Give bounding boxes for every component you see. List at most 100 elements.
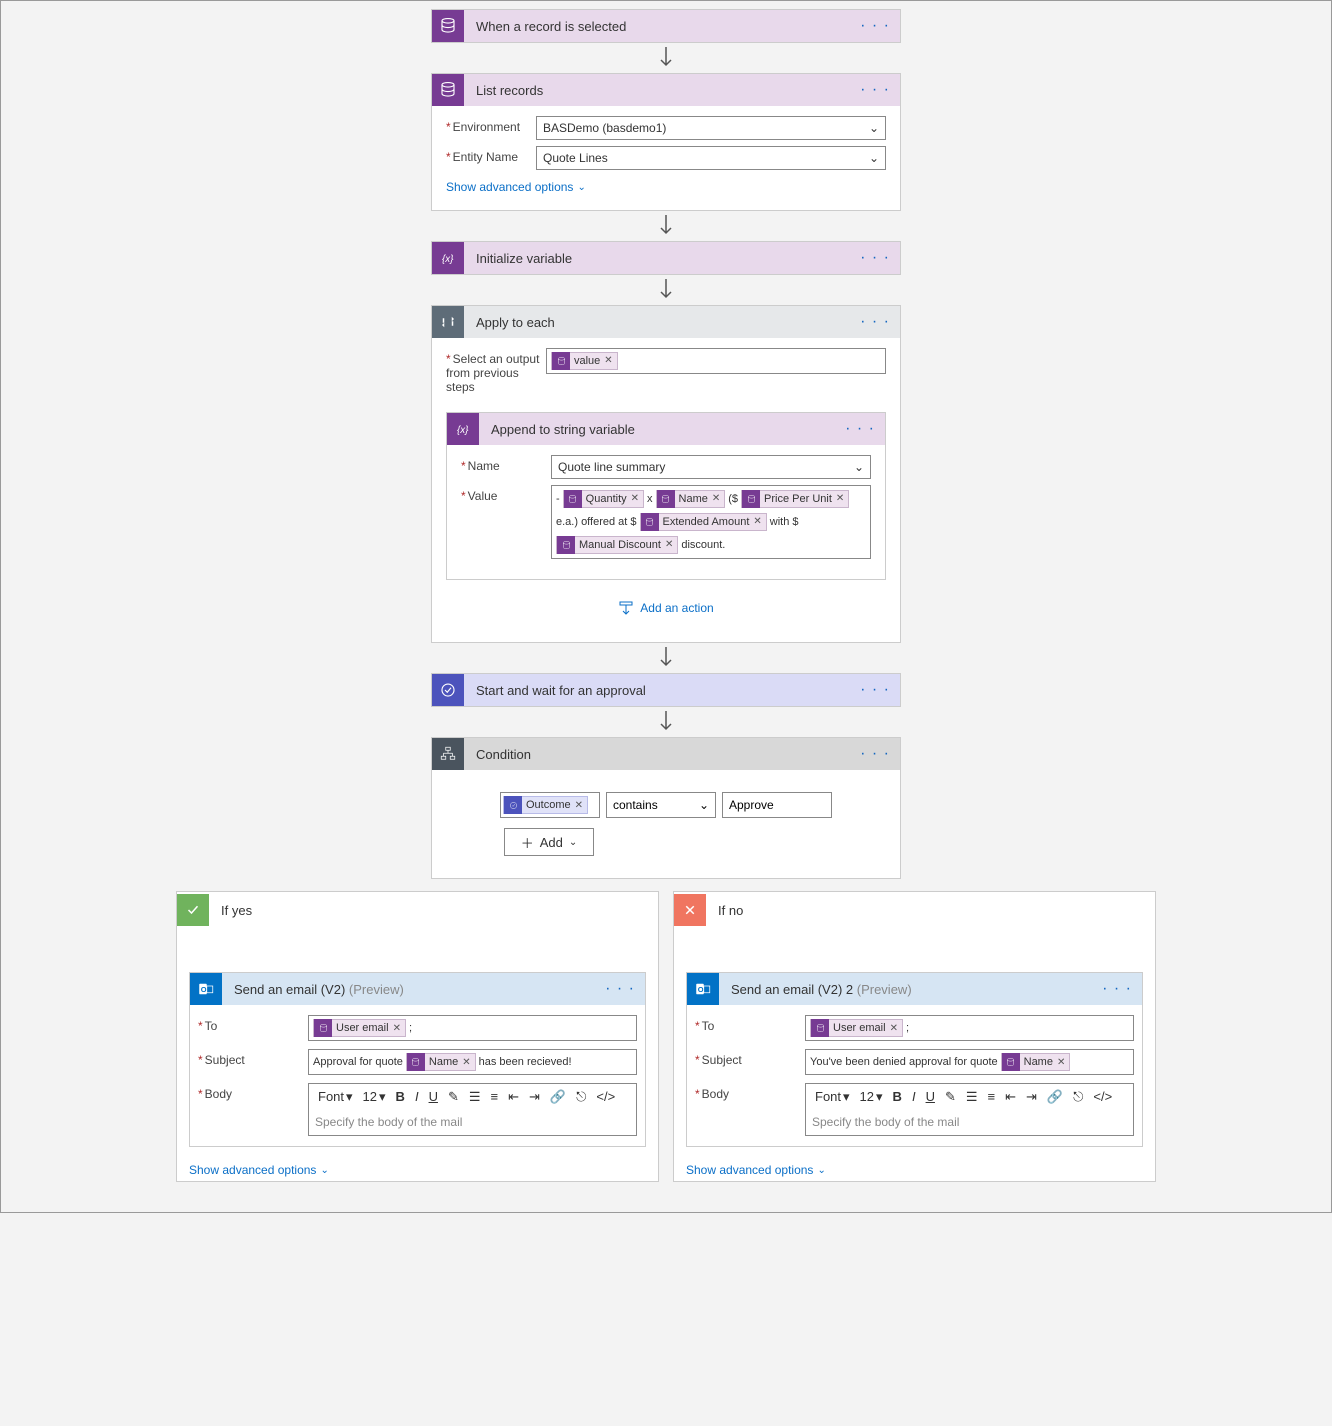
arrow-icon [657,275,675,305]
condition-left[interactable]: Outcome✕ [500,792,600,818]
approval-icon [432,674,464,706]
body-input[interactable]: Specify the body of the mail [308,1109,637,1136]
chevron-down-icon: ⌄ [320,1165,328,1176]
underline-button[interactable]: U [921,1089,940,1104]
outdent-button[interactable]: ⇤ [1000,1089,1021,1105]
add-condition-button[interactable]: ＋Add⌄ [504,828,594,856]
token-remove[interactable]: ✕ [1057,1057,1069,1068]
token-remove[interactable]: ✕ [462,1057,474,1068]
code-button[interactable]: </> [1088,1089,1117,1104]
step-menu[interactable]: · · · [845,420,875,438]
condition-value-input[interactable]: Approve [722,792,832,818]
value-input[interactable]: - Quantity✕ x Name✕ ($ Price Per Unit✕ e… [551,485,871,559]
subject-input[interactable]: You've been denied approval for quote Na… [805,1049,1134,1075]
token-discount[interactable]: Manual Discount✕ [556,536,678,554]
database-icon [742,490,760,508]
show-advanced-link[interactable]: Show advanced options⌄ [674,1155,838,1181]
indent-button[interactable]: ⇥ [1021,1089,1042,1105]
token-remove[interactable]: ✕ [604,351,616,371]
name-select[interactable]: Quote line summary⌄ [551,455,871,479]
step-send-email-yes[interactable]: O Send an email (V2) (Preview) · · · To … [189,972,646,1147]
token-remove[interactable]: ✕ [631,489,643,509]
output-input[interactable]: value✕ [546,348,886,374]
label-environment: Environment [446,116,536,134]
token-remove[interactable]: ✕ [753,512,765,532]
step-condition[interactable]: Condition · · · Outcome✕ contains⌄ Appro… [431,737,901,879]
condition-operator-select[interactable]: contains⌄ [606,792,716,818]
token-remove[interactable]: ✕ [890,1023,902,1034]
step-list-records[interactable]: List records · · · Environment BASDemo (… [431,73,901,211]
link-button[interactable]: 🔗 [1042,1089,1068,1105]
unlink-button[interactable]: ⎋ [1068,1089,1088,1105]
step-menu[interactable]: · · · [860,17,890,35]
label-to: To [695,1015,805,1033]
svg-text:{x}: {x} [457,425,469,436]
link-button[interactable]: 🔗 [545,1089,571,1105]
show-advanced-link[interactable]: Show advanced options⌄ [177,1155,341,1181]
step-menu[interactable]: · · · [860,681,890,699]
token-user-email[interactable]: User email✕ [810,1019,903,1037]
label-body: Body [198,1083,308,1101]
body-input[interactable]: Specify the body of the mail [805,1109,1134,1136]
token-quantity[interactable]: Quantity✕ [563,490,644,508]
token-remove[interactable]: ✕ [836,489,848,509]
bold-button[interactable]: B [888,1089,907,1104]
step-apply-to-each[interactable]: Apply to each · · · Select an output fro… [431,305,901,643]
token-remove[interactable]: ✕ [393,1023,405,1034]
token-outcome[interactable]: Outcome✕ [503,796,588,814]
step-menu[interactable]: · · · [605,980,635,998]
unlink-button[interactable]: ⎋ [571,1089,591,1105]
numbered-button[interactable]: ≡ [486,1089,504,1104]
underline-button[interactable]: U [424,1089,443,1104]
italic-button[interactable]: I [907,1089,921,1104]
outdent-button[interactable]: ⇤ [503,1089,524,1105]
branch-title: If yes [221,903,252,918]
step-approval[interactable]: Start and wait for an approval · · · [431,673,901,707]
code-button[interactable]: </> [591,1089,620,1104]
add-action-button[interactable]: Add an action [446,586,886,628]
bullets-button[interactable]: ☰ [464,1089,486,1105]
step-send-email-no[interactable]: O Send an email (V2) 2 (Preview) · · · T… [686,972,1143,1147]
token-price[interactable]: Price Per Unit✕ [741,490,849,508]
entity-select[interactable]: Quote Lines⌄ [536,146,886,170]
step-menu[interactable]: · · · [860,81,890,99]
token-remove[interactable]: ✕ [665,535,677,555]
bullets-button[interactable]: ☰ [961,1089,983,1105]
numbered-button[interactable]: ≡ [983,1089,1001,1104]
step-trigger[interactable]: When a record is selected · · · [431,9,901,43]
highlight-button[interactable]: ✎ [940,1089,961,1105]
token-extended[interactable]: Extended Amount✕ [640,513,767,531]
token-remove[interactable]: ✕ [712,489,724,509]
token-name[interactable]: Name✕ [406,1053,476,1071]
step-append-string[interactable]: {x} Append to string variable · · · Name… [446,412,886,580]
step-title: Start and wait for an approval [476,683,646,698]
step-menu[interactable]: · · · [860,745,890,763]
step-title: Send an email (V2) 2 (Preview) [731,982,912,997]
token-name[interactable]: Name✕ [1001,1053,1071,1071]
step-init-variable[interactable]: {x} Initialize variable · · · [431,241,901,275]
font-select[interactable]: Font ▾ [313,1089,358,1105]
step-title: Apply to each [476,315,555,330]
highlight-button[interactable]: ✎ [443,1089,464,1105]
step-menu[interactable]: · · · [860,249,890,267]
step-title: Initialize variable [476,251,572,266]
token-name[interactable]: Name✕ [656,490,726,508]
token-user-email[interactable]: User email✕ [313,1019,406,1037]
size-select[interactable]: 12 ▾ [855,1089,888,1105]
close-icon [674,894,706,926]
step-menu[interactable]: · · · [860,313,890,331]
italic-button[interactable]: I [410,1089,424,1104]
show-advanced-link[interactable]: Show advanced options⌄ [446,180,586,194]
environment-select[interactable]: BASDemo (basdemo1)⌄ [536,116,886,140]
to-input[interactable]: User email✕ ; [308,1015,637,1041]
to-input[interactable]: User email✕ ; [805,1015,1134,1041]
token-value[interactable]: value✕ [551,352,618,370]
subject-input[interactable]: Approval for quote Name✕ has been reciev… [308,1049,637,1075]
plus-icon: ＋ [521,833,534,852]
font-select[interactable]: Font ▾ [810,1089,855,1105]
token-remove[interactable]: ✕ [575,800,587,811]
step-menu[interactable]: · · · [1102,980,1132,998]
indent-button[interactable]: ⇥ [524,1089,545,1105]
bold-button[interactable]: B [391,1089,410,1104]
size-select[interactable]: 12 ▾ [358,1089,391,1105]
